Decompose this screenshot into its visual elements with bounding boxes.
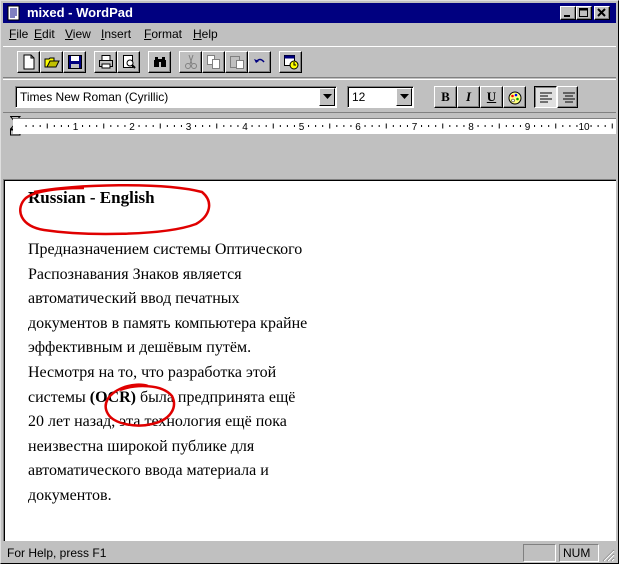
ruler-strip[interactable]: 1 2 3 4 5 6 7 8 9 10 — [13, 118, 616, 134]
font-name-value: Times New Roman (Cyrillic) — [20, 90, 169, 104]
ruler-number: 6 — [355, 122, 361, 133]
color-button[interactable] — [503, 86, 526, 108]
maximize-button[interactable] — [576, 6, 592, 20]
document-area[interactable]: Russian - English Предназначением систем… — [3, 179, 616, 541]
close-button[interactable] — [594, 6, 610, 20]
ocr-term: (OCR) — [89, 388, 136, 406]
window-title: mixed - WordPad — [27, 5, 133, 20]
status-bar: For Help, press F1 NUM — [3, 543, 616, 563]
ruler-number: 3 — [186, 122, 192, 133]
color-icon — [508, 91, 522, 105]
print-button[interactable] — [94, 51, 117, 73]
menu-file[interactable]: File — [9, 27, 28, 41]
new-icon — [23, 54, 35, 70]
italic-button[interactable]: I — [457, 86, 480, 108]
bold-icon: B — [441, 89, 450, 104]
undo-button[interactable] — [248, 51, 271, 73]
menu-insert[interactable]: Insert — [101, 27, 131, 41]
align-left-button[interactable] — [534, 86, 557, 108]
menu-view[interactable]: View — [65, 27, 91, 41]
wordpad-app-icon[interactable] — [6, 5, 22, 21]
document-line: эффективным и дешёвым путём. — [28, 339, 252, 357]
document-line: неизвестна широкой публике для — [28, 437, 255, 455]
toolbar — [3, 46, 616, 78]
document-line: автоматического ввода материала и — [28, 462, 269, 480]
menu-format[interactable]: Format — [144, 27, 182, 41]
format-bar: Times New Roman (Cyrillic) 12 B I U — [3, 79, 616, 113]
minimize-button[interactable] — [560, 6, 576, 20]
date-time-icon — [284, 55, 299, 70]
document-line: системы (OCR) была предпринята ещё — [28, 386, 307, 411]
paste-button[interactable] — [225, 51, 248, 73]
ruler-number: 8 — [468, 122, 474, 133]
align-left-icon — [540, 92, 552, 103]
copy-icon — [207, 55, 220, 69]
open-icon — [44, 57, 60, 68]
font-name-combo[interactable]: Times New Roman (Cyrillic) — [15, 86, 337, 108]
ruler-number: 1 — [73, 122, 79, 133]
ruler-number: 7 — [412, 122, 418, 133]
print-preview-icon — [123, 55, 136, 69]
bold-button[interactable]: B — [434, 86, 457, 108]
document-body: Предназначением системы Оптического Расп… — [28, 238, 307, 509]
document-line: Предназначением системы Оптического — [28, 241, 303, 258]
paste-icon — [230, 56, 244, 69]
ruler-number: 10 — [578, 122, 590, 133]
ruler-number: 4 — [242, 122, 248, 133]
line-text-before: системы — [28, 388, 90, 406]
close-icon — [597, 8, 606, 17]
line-text-after: была предпринята ещё — [135, 388, 296, 406]
document-line: Несмотря на то, что разработка этой — [28, 363, 277, 381]
save-button[interactable] — [63, 51, 86, 73]
new-button[interactable] — [17, 51, 40, 73]
title-bar[interactable]: mixed - WordPad — [3, 3, 616, 23]
document-line: документов в память компьютера крайне — [28, 314, 308, 332]
ruler-number: 5 — [299, 122, 305, 133]
undo-icon — [254, 58, 265, 63]
document-line: Распознавания Знаков является — [28, 265, 242, 283]
underline-button[interactable]: U — [480, 86, 503, 108]
font-size-value: 12 — [352, 90, 366, 104]
align-center-icon — [563, 92, 575, 103]
copy-button[interactable] — [202, 51, 225, 73]
document-line: документов. — [28, 486, 112, 504]
print-icon — [99, 55, 113, 69]
document-line: 20 лет назад, эта технология ещё пока — [28, 413, 287, 431]
ruler-scale: 1 2 3 4 5 6 7 8 9 10 — [25, 122, 613, 133]
font-size-combo[interactable]: 12 — [347, 86, 414, 108]
font-name-dropdown-button[interactable] — [319, 88, 335, 106]
menu-bar: File Edit View Insert Format Help — [3, 24, 616, 44]
save-icon — [68, 55, 82, 69]
menu-edit[interactable]: Edit — [34, 27, 55, 41]
document-heading: Russian - English — [28, 188, 155, 207]
cut-button[interactable] — [179, 51, 202, 73]
ruler-number: 9 — [525, 122, 531, 133]
status-help-text: For Help, press F1 — [7, 546, 107, 560]
status-num-indicator: NUM — [559, 544, 599, 562]
print-preview-button[interactable] — [117, 51, 140, 73]
menu-help[interactable]: Help — [193, 27, 218, 41]
ruler[interactable]: 1 2 3 4 5 6 7 8 9 10 — [3, 114, 616, 138]
open-button[interactable] — [40, 51, 63, 73]
align-center-button[interactable] — [557, 86, 578, 108]
minimize-icon — [564, 15, 570, 17]
document-line: автоматический ввод печатных — [28, 290, 240, 308]
font-size-dropdown-button[interactable] — [396, 88, 412, 106]
date-time-button[interactable] — [279, 51, 302, 73]
status-pane-empty — [523, 544, 556, 562]
maximize-icon — [579, 8, 588, 17]
wordpad-window: mixed - WordPad File Edit View Insert Fo… — [0, 0, 619, 564]
find-button[interactable] — [148, 51, 171, 73]
cut-icon — [185, 54, 197, 69]
resize-grip-icon[interactable] — [601, 548, 615, 562]
chevron-down-icon — [323, 94, 332, 99]
find-icon — [154, 57, 166, 67]
italic-icon: I — [465, 89, 472, 104]
underline-icon: U — [486, 89, 497, 104]
ruler-number: 2 — [129, 122, 135, 133]
chevron-down-icon — [400, 94, 409, 99]
